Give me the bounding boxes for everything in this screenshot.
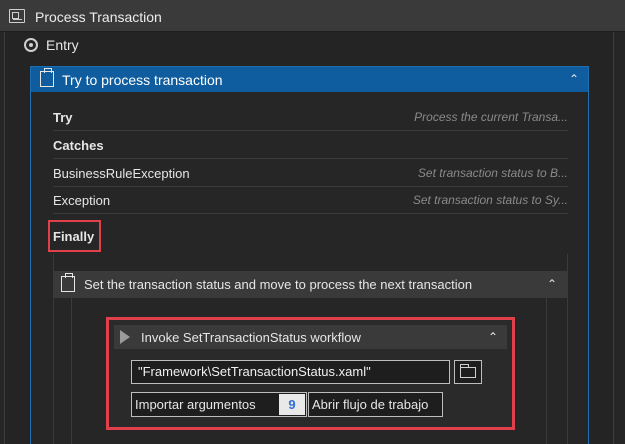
catches-row: Catches [53, 132, 568, 159]
catch-exception: BusinessRuleException [53, 166, 190, 181]
catch-row[interactable]: BusinessRuleException Set transaction st… [53, 160, 568, 187]
try-catch-title: Try to process transaction [62, 72, 223, 88]
state-entry-icon [24, 38, 38, 52]
catch-row[interactable]: Exception Set transaction status to Sy..… [53, 187, 568, 214]
browse-button[interactable] [454, 360, 482, 384]
import-arguments-button[interactable]: Importar argumentos 9 [131, 392, 307, 417]
try-catch-header[interactable]: Try to process transaction ⌃ [31, 67, 588, 92]
finally-label[interactable]: Finally [53, 229, 94, 244]
catch-hint: Set transaction status to B... [417, 166, 568, 180]
workflow-window-icon [9, 9, 25, 23]
chevron-double-up-icon[interactable]: ⌃ [567, 72, 581, 86]
workflow-file-path-input[interactable]: "Framework\SetTransactionStatus.xaml" [131, 360, 450, 384]
sequence-title: Set the transaction status and move to p… [84, 277, 473, 292]
try-hint: Process the current Transa... [414, 110, 568, 124]
invoke-workflow-icon [120, 330, 130, 344]
invoke-header[interactable]: Invoke SetTransactionStatus workflow ⌃ [114, 325, 507, 349]
sequence-icon [61, 273, 75, 292]
try-catch-activity[interactable]: Try to process transaction ⌃ Try Process… [30, 66, 589, 444]
chevron-double-up-icon[interactable]: ⌃ [486, 330, 500, 344]
chevron-double-up-icon[interactable]: ⌃ [545, 277, 559, 291]
open-workflow-button[interactable]: Abrir flujo de trabajo [308, 392, 443, 417]
import-arguments-label: Importar argumentos [135, 397, 256, 412]
catch-exception: Exception [53, 193, 111, 208]
state-entry-label: Entry [46, 37, 79, 53]
try-catch-icon [40, 68, 54, 87]
open-workflow-label: Abrir flujo de trabajo [312, 397, 429, 412]
folder-icon [460, 364, 476, 378]
arguments-count-badge: 9 [279, 394, 305, 415]
invoke-workflow-activity[interactable]: Invoke SetTransactionStatus workflow ⌃ "… [106, 317, 515, 430]
try-label: Try [53, 110, 73, 125]
sequence-header[interactable]: Set the transaction status and move to p… [53, 271, 567, 298]
try-row[interactable]: Try Process the current Transa... [53, 104, 568, 131]
catches-label: Catches [53, 138, 104, 153]
catch-hint: Set transaction status to Sy... [412, 193, 568, 207]
window-title: Process Transaction [35, 9, 162, 25]
window-titlebar: Process Transaction [0, 0, 625, 32]
invoke-title: Invoke SetTransactionStatus workflow [141, 330, 361, 345]
